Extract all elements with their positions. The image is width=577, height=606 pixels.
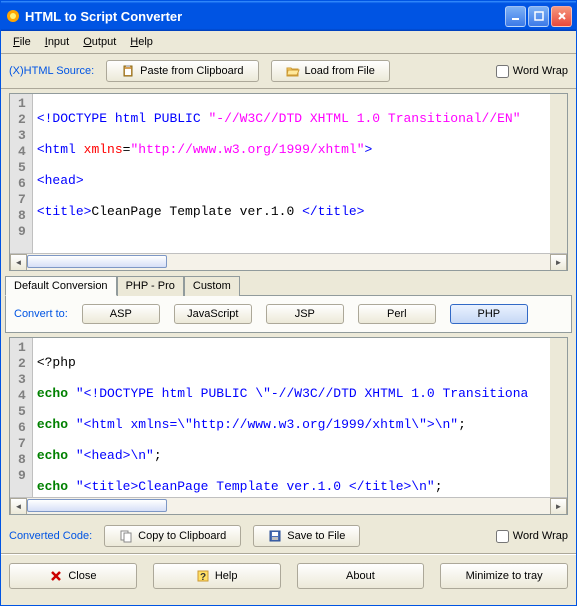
menu-output[interactable]: Output xyxy=(77,34,122,50)
minimize-label: Minimize to tray xyxy=(466,570,543,582)
source-toolbar: (X)HTML Source: Paste from Clipboard Loa… xyxy=(1,54,576,89)
source-code[interactable]: <!DOCTYPE html PUBLIC "-//W3C//DTD XHTML… xyxy=(33,94,550,253)
help-button[interactable]: ? Help xyxy=(153,563,281,589)
conversion-tabs: Default Conversion PHP - Pro Custom xyxy=(1,275,576,295)
convert-jsp-button[interactable]: JSP xyxy=(266,304,344,324)
help-icon: ? xyxy=(196,569,210,583)
source-gutter: 123456789 xyxy=(10,94,33,253)
minimize-button[interactable] xyxy=(505,6,526,27)
bottom-buttons: Close ? Help About Minimize to tray xyxy=(1,554,576,597)
source-code-area[interactable]: 123456789 <!DOCTYPE html PUBLIC "-//W3C/… xyxy=(9,93,568,271)
paste-clipboard-button[interactable]: Paste from Clipboard xyxy=(106,60,258,82)
svg-text:?: ? xyxy=(200,572,206,583)
convert-perl-button[interactable]: Perl xyxy=(358,304,436,324)
save-icon xyxy=(268,529,282,543)
menu-help[interactable]: Help xyxy=(124,34,159,50)
titlebar[interactable]: HTML to Script Converter xyxy=(1,1,576,31)
tab-php-pro[interactable]: PHP - Pro xyxy=(117,276,184,296)
menu-input[interactable]: Input xyxy=(39,34,75,50)
convert-asp-button[interactable]: ASP xyxy=(82,304,160,324)
source-wordwrap[interactable]: Word Wrap xyxy=(496,65,568,78)
paste-label: Paste from Clipboard xyxy=(140,65,243,77)
folder-open-icon xyxy=(286,64,300,78)
output-label: Converted Code: xyxy=(9,530,92,542)
output-wordwrap-checkbox[interactable] xyxy=(496,530,509,543)
convert-label: Convert to: xyxy=(14,308,68,320)
about-label: About xyxy=(346,570,375,582)
convert-php-button[interactable]: PHP xyxy=(450,304,528,324)
tab-default[interactable]: Default Conversion xyxy=(5,276,117,296)
scroll-left-icon[interactable]: ◄ xyxy=(10,498,27,515)
source-wordwrap-label: Word Wrap xyxy=(513,65,568,77)
x-icon xyxy=(49,569,63,583)
menubar: File Input Output Help xyxy=(1,31,576,54)
output-code-area[interactable]: 123456789 <?php echo "<!DOCTYPE html PUB… xyxy=(9,337,568,515)
source-label: (X)HTML Source: xyxy=(9,65,94,77)
scroll-right-icon[interactable]: ► xyxy=(550,254,567,271)
menu-file[interactable]: File xyxy=(7,34,37,50)
tab-custom[interactable]: Custom xyxy=(184,276,240,296)
scroll-left-icon[interactable]: ◄ xyxy=(10,254,27,271)
clipboard-icon xyxy=(121,64,135,78)
convert-js-button[interactable]: JavaScript xyxy=(174,304,252,324)
convert-row: Convert to: ASP JavaScript JSP Perl PHP xyxy=(5,295,572,333)
close-label: Close xyxy=(68,570,96,582)
close-button[interactable] xyxy=(551,6,572,27)
save-file-button[interactable]: Save to File xyxy=(253,525,360,547)
app-icon xyxy=(5,8,21,24)
load-file-button[interactable]: Load from File xyxy=(271,60,390,82)
output-toolbar: Converted Code: Copy to Clipboard Save t… xyxy=(1,519,576,554)
output-wordwrap-label: Word Wrap xyxy=(513,530,568,542)
output-code[interactable]: <?php echo "<!DOCTYPE html PUBLIC \"-//W… xyxy=(33,338,550,497)
about-button[interactable]: About xyxy=(297,563,425,589)
window-title: HTML to Script Converter xyxy=(25,9,503,24)
copy-label: Copy to Clipboard xyxy=(138,530,226,542)
close-app-button[interactable]: Close xyxy=(9,563,137,589)
output-scrollbar-v[interactable] xyxy=(550,338,567,497)
save-label: Save to File xyxy=(287,530,345,542)
minimize-tray-button[interactable]: Minimize to tray xyxy=(440,563,568,589)
output-scrollbar-h[interactable]: ◄ ► xyxy=(10,497,567,514)
scroll-right-icon[interactable]: ► xyxy=(550,498,567,515)
source-scrollbar-v[interactable] xyxy=(550,94,567,253)
copy-clipboard-button[interactable]: Copy to Clipboard xyxy=(104,525,241,547)
source-wordwrap-checkbox[interactable] xyxy=(496,65,509,78)
source-scrollbar-h[interactable]: ◄ ► xyxy=(10,253,567,270)
copy-icon xyxy=(119,529,133,543)
help-label: Help xyxy=(215,570,238,582)
maximize-button[interactable] xyxy=(528,6,549,27)
output-wordwrap[interactable]: Word Wrap xyxy=(496,530,568,543)
load-label: Load from File xyxy=(305,65,375,77)
output-gutter: 123456789 xyxy=(10,338,33,497)
